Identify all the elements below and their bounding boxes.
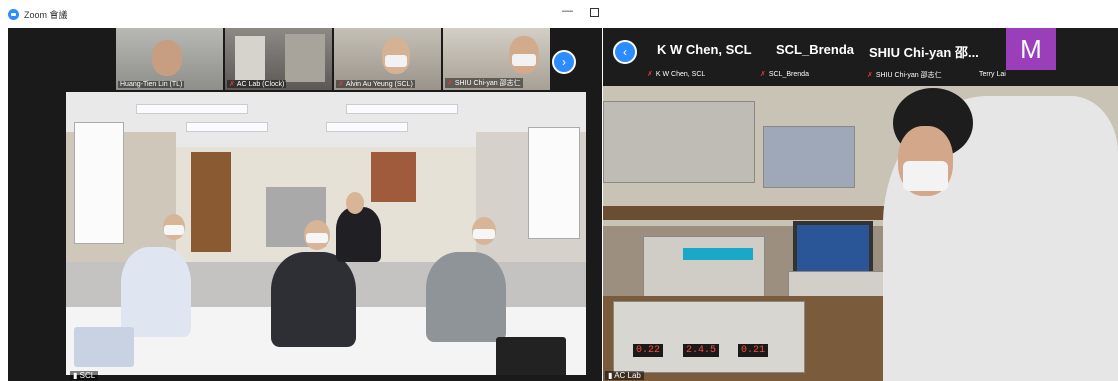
participant-name: ✗ K W Chen, SCL	[647, 71, 706, 78]
mic-muted-icon: ✗	[647, 71, 653, 78]
avatar-name: Terry Lai	[979, 71, 1006, 78]
zoom-icon	[8, 9, 19, 20]
lab-instrument	[613, 301, 805, 373]
lab-instrument	[643, 236, 765, 298]
video-label: ▮ AC Lab	[605, 371, 644, 380]
lab-instrument	[603, 101, 755, 183]
participant-name: ✗ AC Lab (Clock)	[227, 80, 287, 88]
participant-tile[interactable]: SCL_Brenda ✗ SCL_Brenda	[758, 28, 858, 86]
participant-tile[interactable]: ✗ AC Lab (Clock)	[225, 28, 332, 90]
minimize-button[interactable]: —	[562, 5, 573, 17]
mic-muted-icon: ✗	[867, 72, 873, 79]
participant-name: ✗ SHIU Chi-yan 邵志仁	[867, 72, 942, 79]
avatar[interactable]: M	[1006, 28, 1056, 70]
meter-readout: 0.21	[738, 344, 769, 357]
mic-muted-icon: ✗	[447, 80, 453, 87]
signal-icon: ▮	[73, 371, 80, 380]
left-meeting-window: Huang-Tien Lin (TL) ✗ AC Lab (Clock) ✗ Alv…	[8, 28, 602, 381]
participant-tile[interactable]: ✗ SHIU Chi-yan 邵志仁	[443, 28, 550, 90]
lab-instrument	[763, 126, 855, 188]
mic-muted-icon: ✗	[229, 81, 235, 88]
participant-title: SCL_Brenda	[776, 42, 855, 57]
previous-page-button[interactable]: ‹	[613, 40, 637, 64]
right-meeting-window: ‹ K W Chen, SCL ✗ K W Chen, SCL SCL_Brend…	[603, 28, 1118, 381]
main-video-feed	[66, 92, 586, 375]
oscilloscope-screen	[793, 221, 873, 277]
main-video-feed: 0.22 2.4.5 0.21	[603, 86, 1118, 381]
participant-tile[interactable]: ✗ Alvin Au Yeung (SCL)	[334, 28, 441, 90]
participant-name: ✗ Alvin Au Yeung (SCL)	[336, 80, 415, 88]
title-bar: Zoom 會議 —	[0, 0, 600, 28]
video-label: ▮ SCL	[70, 371, 99, 380]
participant-tile[interactable]: Huang-Tien Lin (TL)	[116, 28, 223, 90]
mic-muted-icon: ✗	[760, 71, 766, 78]
participant-title: SHIU Chi-yan 邵...	[869, 45, 979, 60]
window-title: Zoom 會議	[24, 10, 68, 20]
whiteboard	[528, 127, 580, 239]
participant-name: ✗ SHIU Chi-yan 邵志仁	[445, 78, 523, 88]
meter-readout: 2.4.5	[683, 344, 720, 357]
whiteboard	[74, 122, 124, 244]
participant-tile[interactable]: K W Chen, SCL ✗ K W Chen, SCL	[645, 28, 755, 86]
participant-tile[interactable]: SHIU Chi-yan 邵... ✗ SHIU Chi-yan 邵志仁	[865, 28, 979, 86]
participant-name: ✗ SCL_Brenda	[760, 71, 809, 78]
participant-header: ‹ K W Chen, SCL ✗ K W Chen, SCL SCL_Brend…	[603, 28, 1118, 86]
meter-readout: 0.22	[633, 344, 664, 357]
participant-strip: Huang-Tien Lin (TL) ✗ AC Lab (Clock) ✗ Alv…	[116, 28, 550, 92]
participant-title: K W Chen, SCL	[657, 42, 752, 57]
maximize-button[interactable]	[590, 8, 599, 17]
next-page-button[interactable]: ›	[552, 50, 576, 74]
mic-muted-icon: ✗	[338, 81, 344, 88]
participant-name: Huang-Tien Lin (TL)	[118, 81, 185, 88]
